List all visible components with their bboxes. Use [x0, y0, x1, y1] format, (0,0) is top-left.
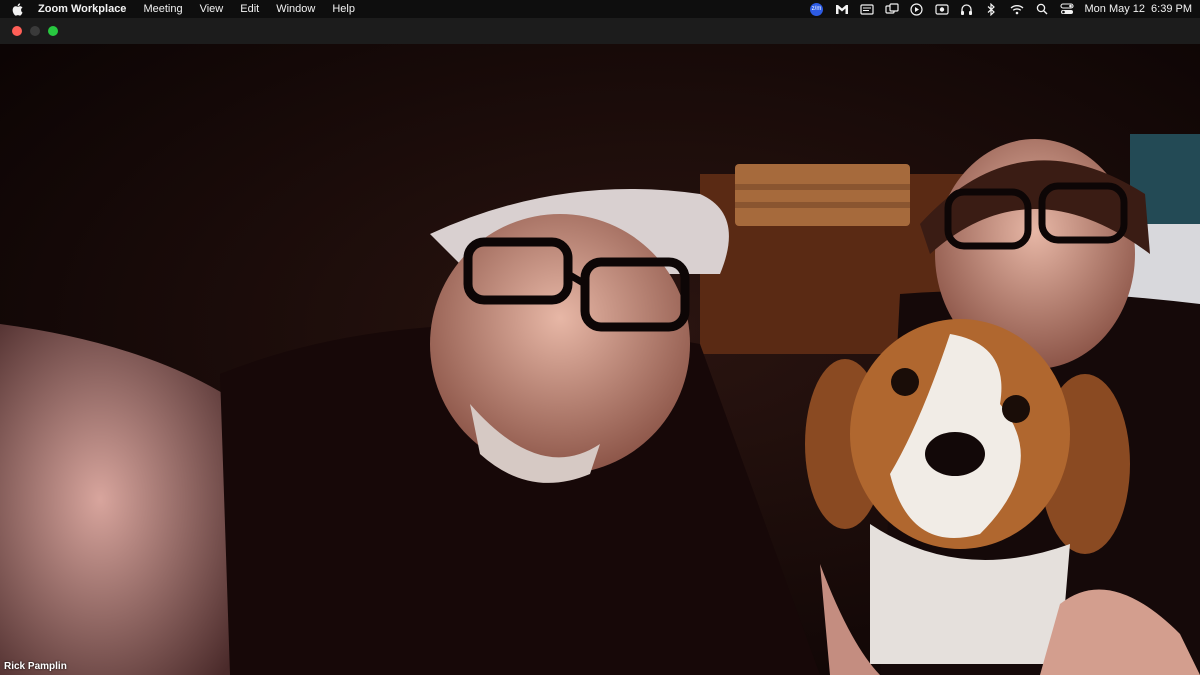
status-area: z/m Mon May 12 6:39 PM: [800, 2, 1193, 16]
menu-help[interactable]: Help: [332, 0, 355, 18]
search-icon[interactable]: [1034, 2, 1050, 16]
headphones-icon[interactable]: [959, 2, 975, 16]
window-title-bar: [0, 18, 1200, 44]
apple-icon[interactable]: [10, 2, 24, 16]
menu-app-name[interactable]: Zoom Workplace: [38, 0, 126, 18]
menu-meeting[interactable]: Meeting: [143, 0, 182, 18]
play-circle-icon[interactable]: [909, 2, 925, 16]
wifi-icon[interactable]: [1009, 2, 1025, 16]
clock-time: 6:39 PM: [1151, 3, 1192, 15]
participant-name-label: Rick Pamplin: [4, 661, 67, 672]
menu-view[interactable]: View: [200, 0, 224, 18]
clock-date: Mon May 12: [1084, 3, 1146, 15]
menu-clock[interactable]: Mon May 12 6:39 PM: [1085, 3, 1193, 15]
camera-icon[interactable]: [934, 2, 950, 16]
menu-window[interactable]: Window: [276, 0, 315, 18]
menu-bar: Zoom Workplace Meeting View Edit Window …: [0, 0, 1200, 18]
video-frame-image: [0, 44, 1200, 675]
video-feed: Rick Pamplin: [0, 44, 1200, 675]
display-icon[interactable]: [859, 2, 875, 16]
zoom-badge: z/m: [810, 2, 823, 16]
close-window-button[interactable]: [12, 26, 22, 36]
screens-icon[interactable]: [884, 2, 900, 16]
zoom-window-button[interactable]: [48, 26, 58, 36]
control-center-icon[interactable]: [1059, 2, 1075, 16]
zoom-status-icon[interactable]: z/m: [809, 2, 825, 16]
gmail-icon[interactable]: [834, 2, 850, 16]
minimize-window-button[interactable]: [30, 26, 40, 36]
menu-edit[interactable]: Edit: [240, 0, 259, 18]
bluetooth-icon[interactable]: [984, 2, 1000, 16]
